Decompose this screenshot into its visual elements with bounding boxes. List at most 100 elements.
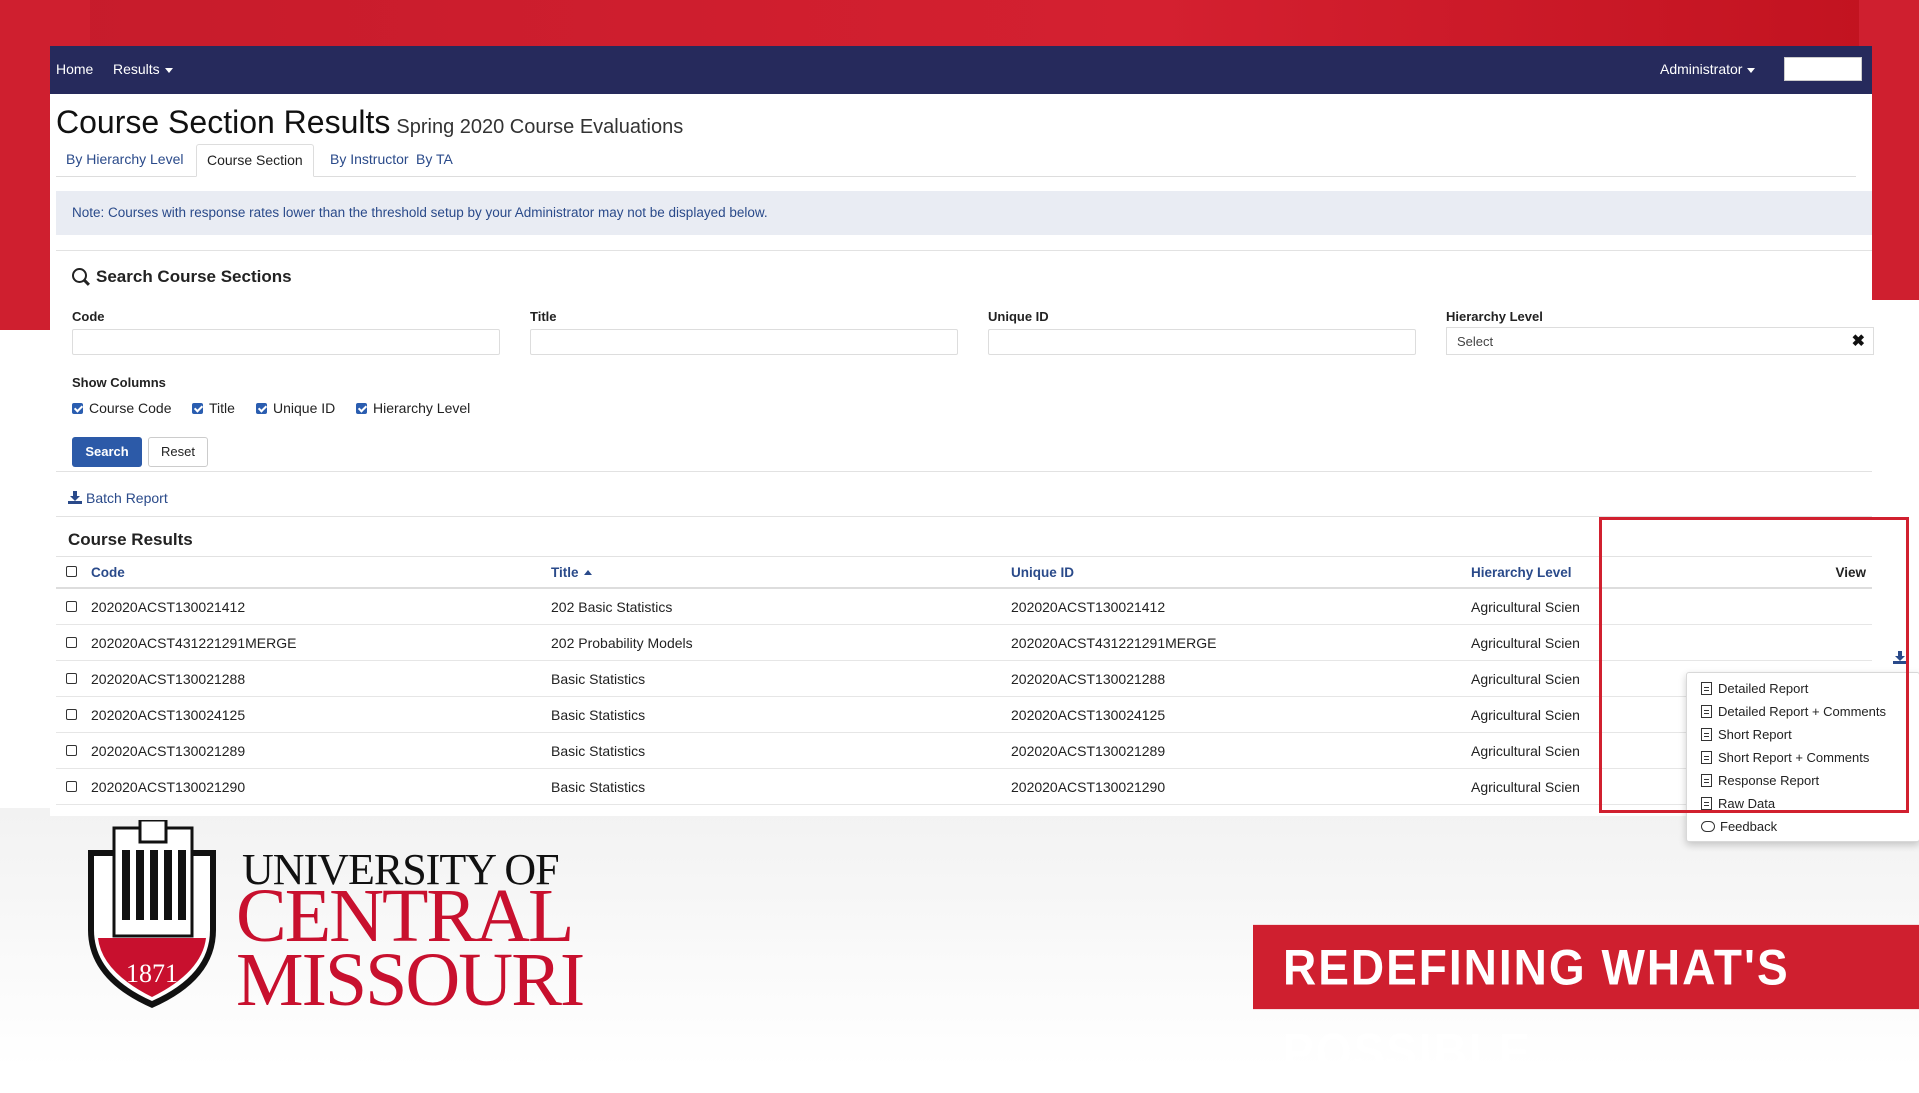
table-row[interactable]: 202020ACST130021412 202 Basic Statistics 2… <box>56 588 1872 625</box>
nav-home-link[interactable]: Home <box>56 61 93 77</box>
show-column-unique-id[interactable]: Unique ID <box>256 400 335 416</box>
row-checkbox-cell[interactable] <box>56 732 90 769</box>
checkbox-label: Course Code <box>89 400 172 416</box>
view-menu-item[interactable]: Detailed Report <box>1701 679 1808 699</box>
nav-results-menu[interactable]: Results <box>113 61 173 77</box>
view-menu-item[interactable]: Feedback <box>1701 817 1777 837</box>
search-panel-title-text: Search Course Sections <box>96 267 292 286</box>
sort-ascending-icon <box>583 570 592 576</box>
hierarchy-level-select[interactable]: Select ✖ <box>1446 327 1874 355</box>
row-checkbox-cell[interactable] <box>56 696 90 733</box>
ucm-shield-logo: 1871 <box>88 820 216 1008</box>
tab-by-ta[interactable]: By TA <box>406 144 463 175</box>
show-column-title[interactable]: Title <box>192 400 235 416</box>
title-input[interactable] <box>530 329 958 355</box>
tab-bar: By Hierarchy Level Course Section By Ins… <box>56 144 1856 177</box>
header-title[interactable]: Title <box>550 556 1010 589</box>
tab-course-section[interactable]: Course Section <box>196 144 314 177</box>
pdf-icon <box>1701 751 1712 764</box>
view-menu-item-label: Detailed Report + Comments <box>1718 704 1886 719</box>
search-icon <box>72 268 87 283</box>
download-icon <box>68 491 82 504</box>
header-title-label: Title <box>551 564 579 580</box>
view-menu-item[interactable]: Response Report <box>1701 771 1819 791</box>
unique-id-input[interactable] <box>988 329 1416 355</box>
row-checkbox-cell[interactable] <box>56 624 90 661</box>
course-results-title: Course Results <box>68 530 193 549</box>
title-label: Title <box>530 309 557 324</box>
checkbox-checked-icon <box>72 403 83 414</box>
cell-code: 202020ACST130021290 <box>90 768 550 805</box>
pdf-icon <box>1701 682 1712 695</box>
missouri-text: MISSOURI <box>236 938 585 1022</box>
cell-unique-id: 202020ACST130021289 <box>1010 732 1470 769</box>
view-menu-item[interactable]: Short Report <box>1701 725 1792 745</box>
row-checkbox-cell[interactable] <box>56 660 90 697</box>
ucm-logo: 1871 UNIVERSITY OF CENTRAL MISSOURI <box>82 820 622 1020</box>
nav-user-box[interactable] <box>1784 57 1862 81</box>
view-menu-item[interactable]: Detailed Report + Comments <box>1701 702 1886 722</box>
table-header-row: Code Title Unique ID Hierarchy Level Vie… <box>56 556 1872 589</box>
cell-hierarchy-level: Agricultural Scien <box>1470 588 1730 625</box>
checkbox-checked-icon <box>356 403 367 414</box>
show-columns-label: Show Columns <box>72 375 166 390</box>
header-view: View <box>1730 556 1872 589</box>
excel-icon <box>1701 797 1712 810</box>
checkbox-icon <box>66 744 77 756</box>
code-input[interactable] <box>72 329 500 355</box>
table-row[interactable]: 202020ACST130021290 Basic Statistics 20202… <box>56 768 1872 805</box>
cell-unique-id: 202020ACST130021412 <box>1010 588 1470 625</box>
tagline-banner: REDEFINING WHAT'S POSSIBLE <box>1253 924 1919 1079</box>
header-hierarchy-level[interactable]: Hierarchy Level <box>1470 556 1730 589</box>
cell-code: 202020ACST130021289 <box>90 732 550 769</box>
cell-title: Basic Statistics <box>550 660 1010 697</box>
app-window: Home Results Administrator Course Sectio… <box>50 46 1919 842</box>
checkbox-label: Title <box>209 400 235 416</box>
table-row[interactable]: 202020ACST130024125 Basic Statistics 20202… <box>56 696 1872 733</box>
reset-button[interactable]: Reset <box>148 437 208 467</box>
page-title: Course Section Results Spring 2020 Course… <box>56 104 683 141</box>
batch-report-link[interactable]: Batch Report <box>68 490 168 506</box>
cell-code: 202020ACST130024125 <box>90 696 550 733</box>
header-code[interactable]: Code <box>90 556 550 589</box>
search-button[interactable]: Search <box>72 437 142 467</box>
row-checkbox-cell[interactable] <box>56 768 90 805</box>
table-row[interactable]: 202020ACST431221291MERGE 202 Probability … <box>56 624 1872 661</box>
cell-title: Basic Statistics <box>550 696 1010 733</box>
threshold-note: Note: Courses with response rates lower … <box>56 191 1872 235</box>
view-menu-item-label: Feedback <box>1720 819 1778 834</box>
view-menu-item-label: Raw Data <box>1718 796 1776 811</box>
show-column-hierarchy-level[interactable]: Hierarchy Level <box>356 400 470 416</box>
cell-view <box>1730 624 1872 661</box>
view-download-button[interactable] <box>1893 650 1911 668</box>
logo-year: 1871 <box>126 959 178 988</box>
pdf-icon <box>1701 728 1712 741</box>
clear-icon[interactable]: ✖ <box>1852 331 1865 351</box>
hierarchy-level-select-value: Select <box>1457 334 1494 349</box>
cell-view <box>1730 588 1872 625</box>
select-all-checkbox-cell[interactable] <box>56 556 90 589</box>
nav-user-label: Administrator <box>1660 61 1743 77</box>
nav-user-menu[interactable]: Administrator <box>1660 61 1756 77</box>
divider <box>56 516 1872 517</box>
search-panel: Search Course Sections Code Title Unique… <box>56 250 1874 472</box>
unique-id-label: Unique ID <box>988 309 1049 324</box>
row-checkbox-cell[interactable] <box>56 588 90 625</box>
cell-title: Basic Statistics <box>550 768 1010 805</box>
view-menu-item[interactable]: Raw Data <box>1701 794 1775 814</box>
hierarchy-level-label: Hierarchy Level <box>1446 309 1543 324</box>
caret-down-icon <box>1747 67 1756 73</box>
view-menu-item-label: Response Report <box>1718 773 1820 788</box>
tab-by-hierarchy-level[interactable]: By Hierarchy Level <box>56 144 194 175</box>
view-menu-item-label: Short Report <box>1718 727 1792 742</box>
tab-by-instructor[interactable]: By Instructor <box>320 144 419 175</box>
table-row[interactable]: 202020ACST130021289 Basic Statistics 20202… <box>56 732 1872 769</box>
view-report-dropdown: Detailed Report Detailed Report + Comment… <box>1686 672 1919 842</box>
header-unique-id[interactable]: Unique ID <box>1010 556 1470 589</box>
download-icon <box>1893 651 1907 664</box>
pdf-icon <box>1701 705 1712 718</box>
table-row[interactable]: 202020ACST130021288 Basic Statistics 20202… <box>56 660 1872 697</box>
view-menu-item[interactable]: Short Report + Comments <box>1701 748 1869 768</box>
search-panel-title: Search Course Sections <box>72 267 292 287</box>
show-column-course-code[interactable]: Course Code <box>72 400 172 416</box>
